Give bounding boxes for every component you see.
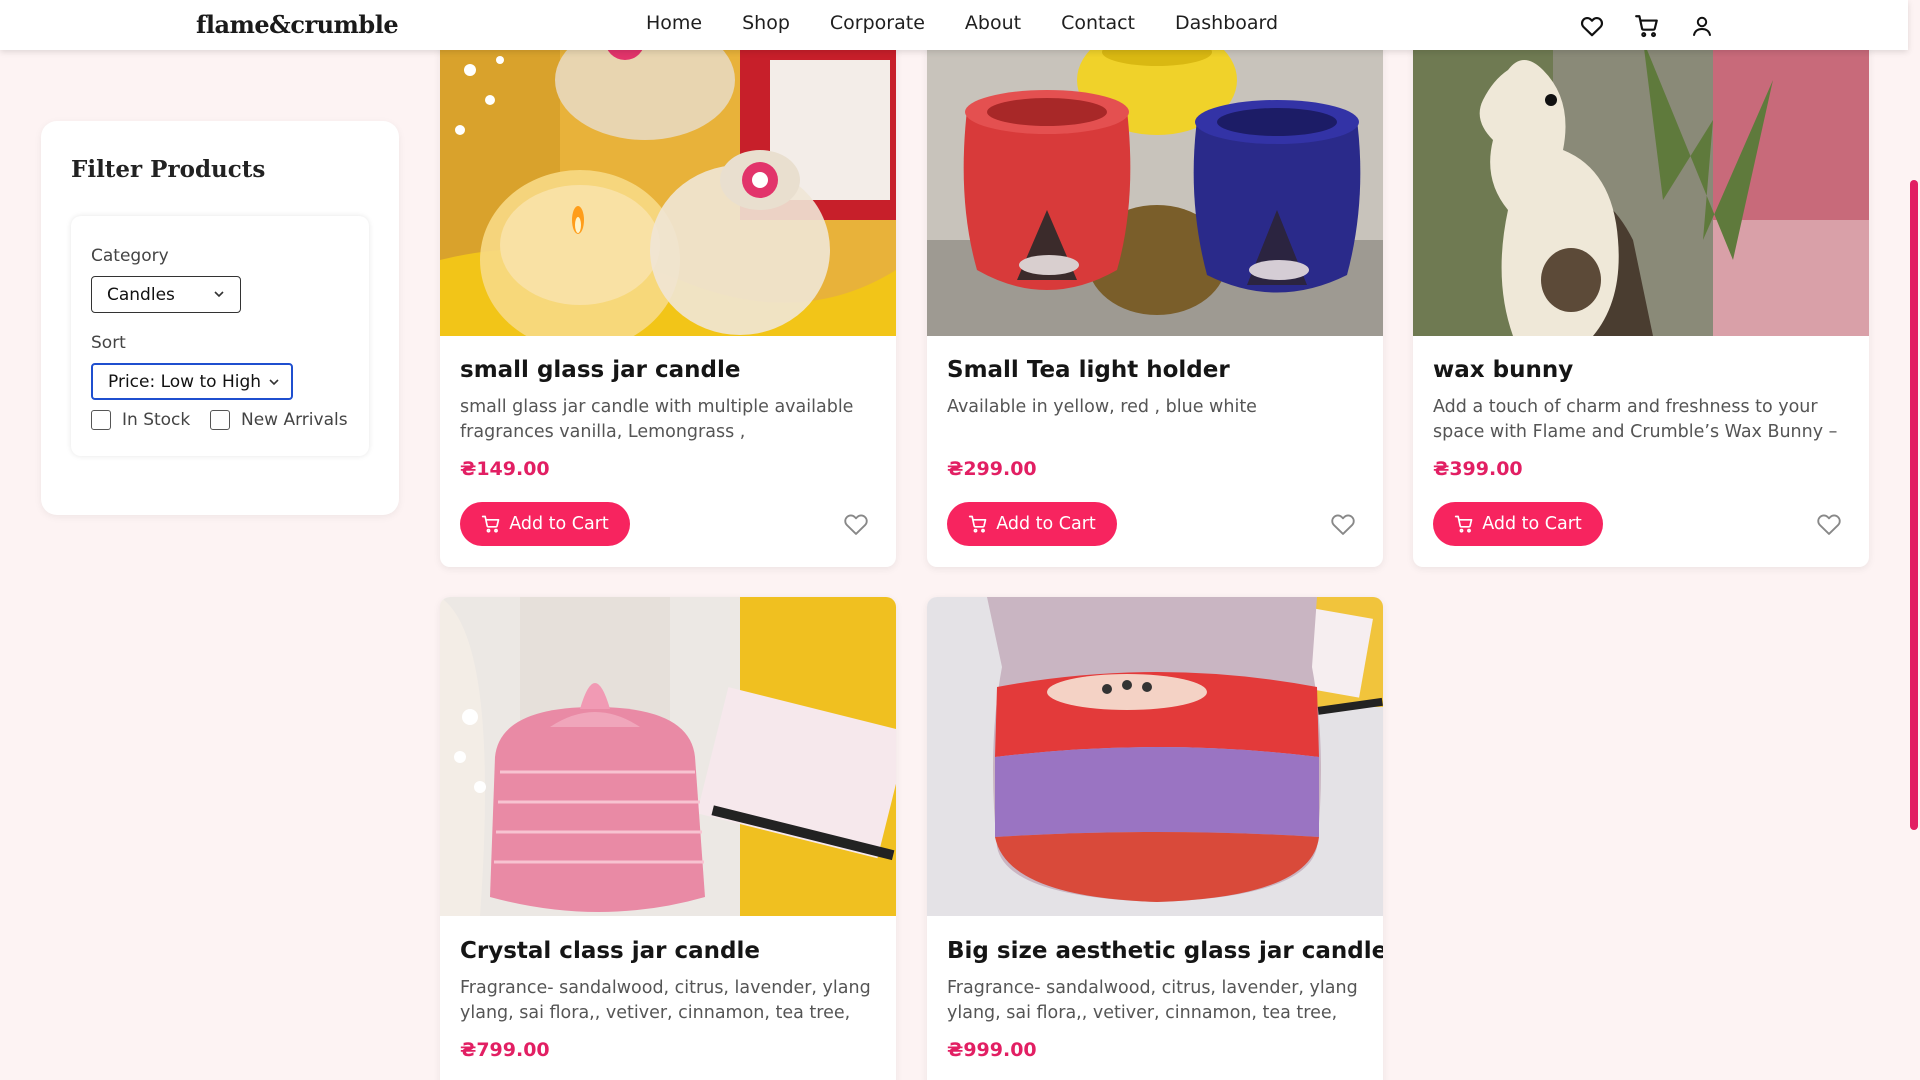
cart-icon[interactable] xyxy=(1633,12,1660,39)
add-to-cart-button[interactable]: Add to Cart xyxy=(1433,502,1603,546)
filter-controls: Category Candles Sort Price: Low to High… xyxy=(71,216,369,456)
product-card[interactable]: Big size aesthetic glass jar candles Fra… xyxy=(927,597,1383,1080)
in-stock-label: In Stock xyxy=(122,410,191,430)
category-select[interactable]: Candles xyxy=(91,276,241,313)
product-card[interactable]: Crystal class jar candle Fragrance- sand… xyxy=(440,597,896,1080)
add-to-cart-label: Add to Cart xyxy=(1482,514,1582,534)
in-stock-checkbox[interactable] xyxy=(91,410,111,430)
sort-select[interactable]: Price: Low to High xyxy=(91,363,293,400)
heart-icon[interactable] xyxy=(1329,510,1357,538)
scrollbar-thumb[interactable] xyxy=(1910,180,1918,830)
product-title[interactable]: small glass jar candle xyxy=(460,357,740,383)
top-header: flame&crumble Home Shop Corporate About … xyxy=(0,0,1908,50)
chevron-down-icon xyxy=(214,291,224,298)
user-icon[interactable] xyxy=(1688,12,1715,39)
product-price: ₴399.00 xyxy=(1433,458,1523,480)
cart-icon xyxy=(1455,515,1473,533)
new-arrivals-filter[interactable]: New Arrivals xyxy=(210,410,348,430)
sort-select-value: Price: Low to High xyxy=(108,371,262,392)
add-to-cart-button[interactable]: Add to Cart xyxy=(460,502,630,546)
product-price: ₴799.00 xyxy=(460,1039,550,1061)
heart-icon[interactable] xyxy=(842,510,870,538)
header-actions xyxy=(1578,12,1715,39)
nav-dashboard[interactable]: Dashboard xyxy=(1175,12,1278,34)
sort-label: Sort xyxy=(91,333,126,353)
add-to-cart-label: Add to Cart xyxy=(509,514,609,534)
heart-icon[interactable] xyxy=(1815,510,1843,538)
product-title[interactable]: Crystal class jar candle xyxy=(460,938,760,964)
in-stock-filter[interactable]: In Stock xyxy=(91,410,190,430)
cart-icon xyxy=(969,515,987,533)
product-description: Add a touch of charm and freshness to yo… xyxy=(1433,397,1838,442)
product-card[interactable]: Small Tea light holder Available in yell… xyxy=(927,40,1383,567)
chevron-down-icon xyxy=(269,379,279,386)
cart-icon xyxy=(482,515,500,533)
product-price: ₴149.00 xyxy=(460,458,550,480)
heart-icon[interactable] xyxy=(1578,12,1605,39)
product-price: ₴999.00 xyxy=(947,1039,1037,1061)
nav-about[interactable]: About xyxy=(965,12,1021,34)
product-description: Available in yellow, red , blue white xyxy=(947,397,1257,417)
site-logo[interactable]: flame&crumble xyxy=(196,10,399,39)
nav-corporate[interactable]: Corporate xyxy=(830,12,925,34)
product-image-jar-candles[interactable] xyxy=(440,40,896,336)
product-image-wax-bunny[interactable] xyxy=(1413,40,1869,336)
product-price: ₴299.00 xyxy=(947,458,1037,480)
add-to-cart-label: Add to Cart xyxy=(996,514,1096,534)
new-arrivals-checkbox[interactable] xyxy=(210,410,230,430)
nav-home[interactable]: Home xyxy=(646,12,702,34)
category-label: Category xyxy=(91,246,169,266)
new-arrivals-label: New Arrivals xyxy=(241,410,348,430)
category-select-value: Candles xyxy=(107,284,175,305)
add-to-cart-button[interactable]: Add to Cart xyxy=(947,502,1117,546)
product-card[interactable]: small glass jar candle small glass jar c… xyxy=(440,40,896,567)
product-image-tea-light-holders[interactable] xyxy=(927,40,1383,336)
filter-panel: Filter Products Category Candles Sort Pr… xyxy=(41,121,399,515)
product-card[interactable]: wax bunny Add a touch of charm and fresh… xyxy=(1413,40,1869,567)
product-title[interactable]: wax bunny xyxy=(1433,357,1573,383)
product-title[interactable]: Big size aesthetic glass jar candles xyxy=(947,938,1383,964)
nav-contact[interactable]: Contact xyxy=(1061,12,1135,34)
product-description: Fragrance- sandalwood, citrus, lavender,… xyxy=(460,978,871,1023)
main-nav: Home Shop Corporate About Contact Dashbo… xyxy=(646,12,1318,34)
product-image-big-glass-jar-candle[interactable] xyxy=(927,597,1383,916)
product-title[interactable]: Small Tea light holder xyxy=(947,357,1230,383)
nav-shop[interactable]: Shop xyxy=(742,12,790,34)
product-description: Fragrance- sandalwood, citrus, lavender,… xyxy=(947,978,1358,1023)
filter-title: Filter Products xyxy=(71,156,266,183)
product-description: small glass jar candle with multiple ava… xyxy=(460,397,854,442)
product-image-crystal-jar-candle[interactable] xyxy=(440,597,896,916)
